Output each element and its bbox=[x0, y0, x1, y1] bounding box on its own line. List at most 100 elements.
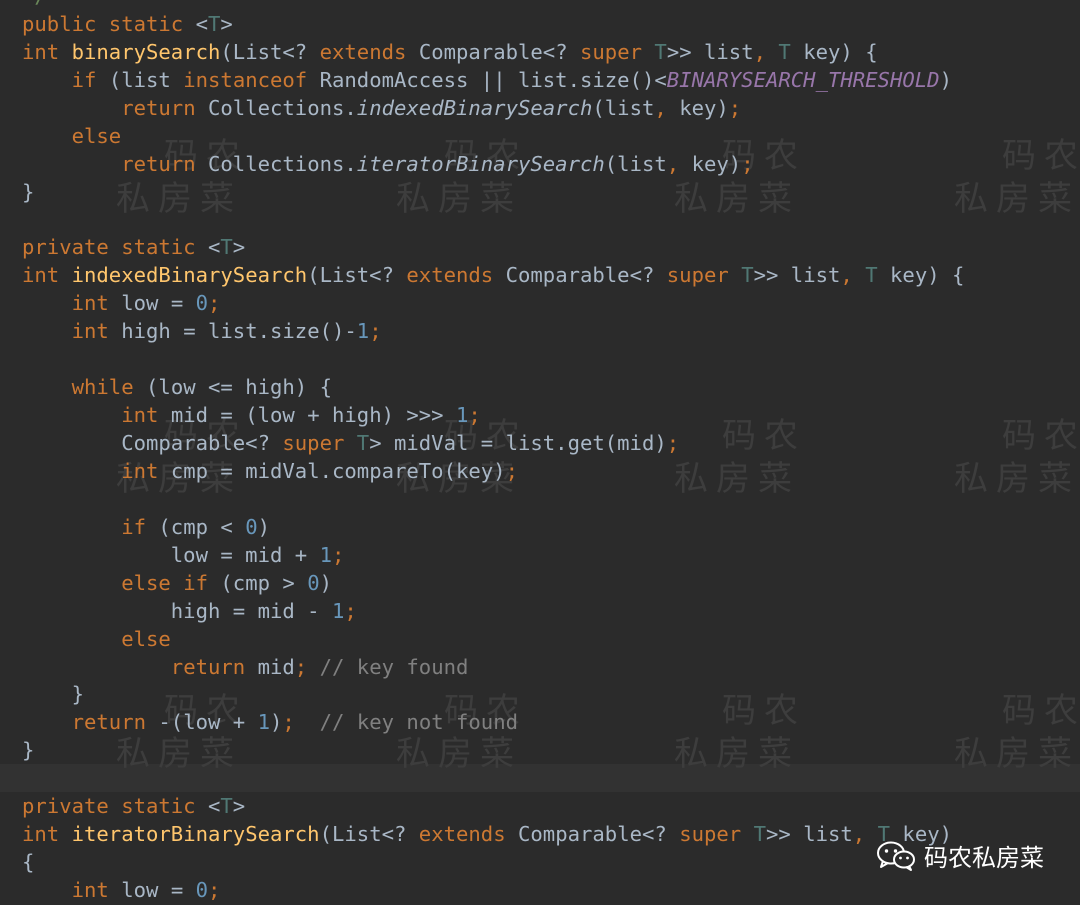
code-text: < bbox=[207, 235, 221, 260]
number-literal: 1 bbox=[356, 319, 370, 344]
code-line[interactable]: return Collections.iteratorBinarySearch(… bbox=[22, 151, 964, 179]
code-line[interactable] bbox=[22, 346, 964, 374]
code-text: > bbox=[232, 235, 246, 260]
code-line[interactable] bbox=[22, 765, 964, 793]
code-text: } bbox=[22, 738, 35, 763]
code-text: ) bbox=[270, 710, 283, 735]
code-line[interactable]: int cmp = midVal.compareTo(key); bbox=[22, 458, 964, 486]
keyword: , bbox=[852, 822, 878, 847]
method-name: indexedBinarySearch bbox=[71, 263, 308, 288]
keyword: return bbox=[71, 710, 159, 735]
keyword: if bbox=[71, 67, 109, 92]
code-text: < bbox=[207, 794, 221, 819]
keyword: , bbox=[654, 95, 680, 120]
doc-comment: */ bbox=[22, 0, 47, 8]
keyword: ; bbox=[505, 458, 518, 483]
type-param: T bbox=[220, 794, 233, 819]
code-line[interactable]: int low = 0; bbox=[22, 877, 964, 905]
code-line[interactable]: private static <T> bbox=[22, 793, 964, 821]
keyword: super bbox=[282, 431, 357, 455]
code-line[interactable]: Comparable<? super T> midVal = list.get(… bbox=[22, 430, 964, 458]
code-line[interactable]: else bbox=[22, 123, 964, 151]
code-text: key) bbox=[691, 151, 742, 176]
code-text: low = bbox=[121, 878, 196, 902]
code-line[interactable]: */ bbox=[22, 0, 964, 11]
keyword: super bbox=[580, 39, 655, 64]
keyword: ; bbox=[728, 95, 742, 120]
code-line[interactable]: return -(low + 1); // key not found bbox=[22, 709, 964, 737]
keyword: int bbox=[121, 403, 171, 428]
code-line[interactable]: { bbox=[22, 849, 964, 877]
keyword: extends bbox=[418, 822, 518, 847]
code-line[interactable]: if (list instanceof RandomAccess || list… bbox=[22, 67, 964, 95]
keyword: ; bbox=[331, 542, 345, 567]
code-text: Collections. bbox=[208, 95, 357, 120]
code-text: (List<? bbox=[319, 822, 419, 847]
type-param: T bbox=[741, 263, 754, 288]
code-text: RandomAccess || list.size()< bbox=[319, 67, 667, 92]
code-line[interactable]: } bbox=[22, 737, 964, 765]
code-text: high = mid - bbox=[22, 598, 332, 623]
code-text: >> list bbox=[666, 39, 754, 64]
keyword: ; bbox=[208, 878, 221, 902]
keyword: ; bbox=[468, 403, 481, 428]
watermark: 码农 私房菜 bbox=[954, 416, 1080, 499]
code-text: (List<? bbox=[220, 39, 320, 64]
code-line[interactable]: else bbox=[22, 626, 964, 654]
keyword: if bbox=[121, 514, 159, 539]
code-line[interactable]: private static <T> bbox=[22, 234, 964, 262]
code-line[interactable]: int high = list.size()-1; bbox=[22, 318, 964, 346]
code-text: >> list bbox=[766, 822, 853, 847]
type-param: T bbox=[208, 11, 221, 36]
type-param: T bbox=[654, 39, 667, 64]
account-name: 码农私房菜 bbox=[924, 844, 1044, 872]
code-line[interactable]: while (low <= high) { bbox=[22, 374, 964, 402]
keyword: ; bbox=[344, 598, 357, 623]
code-text: > midVal = list.get(mid) bbox=[369, 431, 667, 455]
code-text: key) bbox=[679, 95, 729, 120]
keyword: ; bbox=[208, 291, 221, 316]
code-text: ) bbox=[257, 514, 271, 539]
code-text: key) { bbox=[803, 39, 878, 64]
code-text: } bbox=[22, 682, 84, 707]
keyword: return bbox=[121, 95, 208, 120]
number-literal: 0 bbox=[195, 878, 209, 902]
code-line[interactable]: int iteratorBinarySearch(List<? extends … bbox=[22, 821, 964, 849]
code-line[interactable] bbox=[22, 486, 964, 514]
code-text: low = mid + bbox=[22, 542, 320, 567]
code-text: (low <= high) { bbox=[146, 375, 332, 400]
code-line[interactable]: if (cmp < 0) bbox=[22, 514, 964, 542]
code-line[interactable]: return Collections.indexedBinarySearch(l… bbox=[22, 95, 964, 123]
code-line[interactable]: int indexedBinarySearch(List<? extends C… bbox=[22, 262, 964, 290]
code-line[interactable]: int mid = (low + high) >>> 1; bbox=[22, 402, 964, 430]
code-line[interactable] bbox=[22, 207, 964, 235]
code-text: { bbox=[22, 850, 35, 875]
code-text: } bbox=[22, 179, 35, 204]
code-editor[interactable]: 码农 私房菜 码农 私房菜 码农 私房菜 码农 私房菜 码农 私房菜 码农 私房菜 码农 私房… bbox=[0, 0, 1080, 905]
number-literal: 0 bbox=[307, 570, 320, 595]
keyword: return bbox=[121, 151, 208, 176]
code-line[interactable]: return mid; // key found bbox=[22, 654, 964, 682]
code-line[interactable]: low = mid + 1; bbox=[22, 542, 964, 570]
code-line[interactable]: int binarySearch(List<? extends Comparab… bbox=[22, 39, 964, 67]
code-line[interactable]: int low = 0; bbox=[22, 290, 964, 318]
keyword: else bbox=[121, 626, 171, 651]
code-text: Comparable<? bbox=[518, 822, 680, 847]
keyword: , bbox=[840, 263, 866, 288]
code-line[interactable]: else if (cmp > 0) bbox=[22, 570, 964, 598]
code-line[interactable]: high = mid - 1; bbox=[22, 598, 964, 626]
number-literal: 0 bbox=[195, 291, 209, 316]
code-area[interactable]: */ public static <T>int binarySearch(List… bbox=[22, 0, 964, 905]
number-literal: 1 bbox=[257, 710, 271, 735]
code-text: > bbox=[232, 794, 246, 819]
code-line[interactable]: } bbox=[22, 179, 964, 207]
code-text: Collections. bbox=[208, 151, 357, 176]
keyword: int bbox=[71, 878, 122, 902]
keyword: ; bbox=[666, 431, 680, 455]
type-param: T bbox=[356, 431, 370, 455]
code-text: (list bbox=[592, 95, 655, 120]
code-line[interactable]: } bbox=[22, 681, 964, 709]
code-line[interactable]: public static <T> bbox=[22, 11, 964, 39]
code-text: < bbox=[195, 11, 208, 36]
